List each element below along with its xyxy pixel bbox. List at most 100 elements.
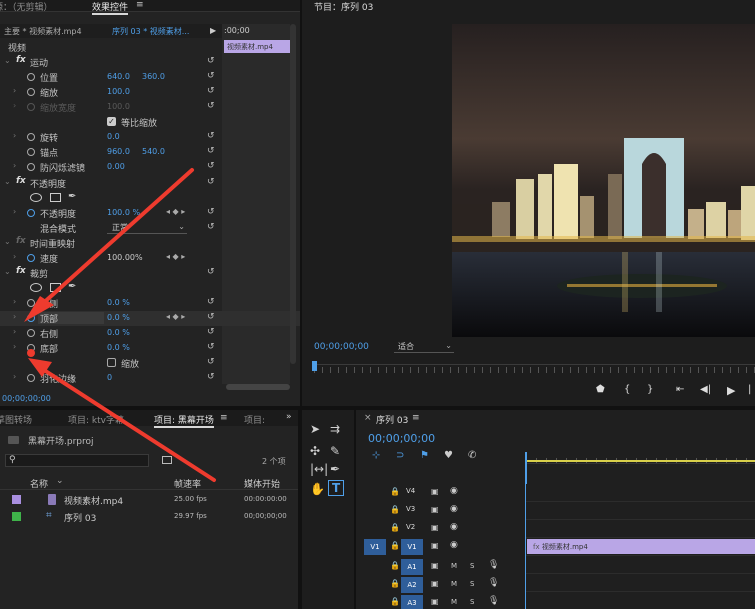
col-media-start[interactable]: 媒体开始 [244,477,280,490]
antiflicker-value[interactable]: 0.00 [107,162,125,171]
mute-button[interactable]: M [451,598,457,606]
track-select-tool-icon[interactable]: ⇉ [330,422,340,436]
item-name[interactable]: 视频素材.mp4 [64,494,123,507]
reset-icon[interactable]: ↺ [207,342,215,352]
col-name[interactable]: 名称 [30,477,48,490]
snap-icon[interactable]: ⊹ [372,450,380,461]
opacity-section-row[interactable]: ⌄ fx 不透明度 ↺ [0,176,300,191]
disclosure-triangle-icon[interactable]: › [13,342,16,351]
effect-controls-timecode[interactable]: 00;00;00;00 [2,394,51,403]
disclosure-triangle-icon[interactable]: › [13,131,16,140]
position-row[interactable]: 位置 640.0 360.0 ↺ [0,70,300,85]
sync-lock-icon[interactable]: ▣ [431,561,439,570]
stopwatch-icon[interactable] [27,329,35,337]
reset-icon[interactable]: ↺ [207,161,215,171]
disclosure-triangle-icon[interactable]: › [13,161,16,170]
tab-sketch-transition[interactable]: 草图转场 [0,413,32,426]
tab-project-ktv[interactable]: 项目: ktv字幕 [68,413,124,426]
playhead-marker-icon[interactable] [312,361,317,371]
blend-mode-dropdown[interactable]: 正常 ⌄ [107,222,187,234]
reset-icon[interactable]: ↺ [207,177,215,187]
anchor-y-value[interactable]: 540.0 [142,147,165,156]
motion-row[interactable]: ⌄ fx 运动 ↺ [0,55,300,70]
sync-lock-icon[interactable]: ▣ [431,597,439,606]
panel-menu-icon[interactable]: ≡ [412,413,420,423]
scale-row[interactable]: › 缩放 100.0 ↺ [0,85,300,100]
stopwatch-icon[interactable] [27,163,35,171]
tab-project-extra[interactable]: 项目: [244,413,265,426]
mark-out-icon[interactable]: } [647,384,653,395]
sync-lock-icon[interactable]: ▣ [431,579,439,588]
zoom-checkbox[interactable] [107,358,116,368]
rotation-value[interactable]: 0.0 [107,132,120,141]
disclosure-triangle-icon[interactable]: › [13,207,16,216]
col-fps[interactable]: 帧速率 [174,477,201,490]
time-remap-row[interactable]: ⌄ fx 时间重映射 [0,236,300,251]
reset-icon[interactable]: ↺ [207,71,215,81]
ellipse-mask-icon[interactable] [30,283,42,292]
program-monitor-title[interactable]: 节目：序列 03 [314,0,373,13]
eye-icon[interactable]: ◉ [450,504,458,514]
razor-tool-icon[interactable]: ✎ [330,444,340,458]
go-to-in-icon[interactable]: ⇤ [676,384,684,395]
timeline-close-icon[interactable]: × [364,413,372,423]
master-clip-label[interactable]: 主要 * 视频素材.mp4 [4,26,82,37]
ripple-edit-tool-icon[interactable]: ✣ [310,444,320,458]
microphone-icon[interactable]: 🎙 [488,560,499,570]
program-playhead-ruler[interactable] [312,361,755,374]
fx-badge-icon[interactable]: fx [16,55,26,65]
track-target-a3[interactable]: A3 [401,595,423,609]
position-x-value[interactable]: 640.0 [107,72,130,81]
lock-icon[interactable]: 🔒 [390,561,400,570]
crop-zoom-row[interactable]: 缩放 ↺ [0,356,300,371]
sequence-clip-label[interactable]: 序列 03 * 视频素材... [112,26,189,37]
fx-badge-icon[interactable]: fx [16,236,26,246]
pen-mask-icon[interactable]: ✒ [68,191,76,202]
lock-icon[interactable]: 🔒 [390,523,400,532]
timeline-timecode[interactable]: 00;00;00;00 [368,432,435,445]
tab-effect-controls[interactable]: 效果控件 [92,0,129,15]
list-item[interactable]: ⌗ 序列 03 29.97 fps 00;00;00;00 [0,509,298,525]
crop-bottom-row[interactable]: › 底部 0.0 % ↺ [0,341,300,356]
reset-icon[interactable]: ↺ [207,327,215,337]
lock-icon[interactable]: 🔒 [390,579,400,588]
reset-icon[interactable]: ↺ [207,131,215,141]
keyframe-nav-icon[interactable]: ◂ ◆ ▸ [166,252,185,261]
item-name[interactable]: 序列 03 [64,511,96,524]
step-forward-icon[interactable]: | [748,384,751,395]
add-marker-icon[interactable]: ⚑ [420,450,429,461]
sync-lock-icon[interactable]: ▣ [431,505,439,514]
sync-lock-icon[interactable]: ▣ [431,523,439,532]
disclosure-triangle-icon[interactable]: ⌄ [4,237,11,246]
stopwatch-icon[interactable] [27,374,35,382]
fx-badge-icon[interactable]: fx [16,266,26,276]
fit-dropdown[interactable]: 适合 ⌄ [394,341,454,353]
reset-icon[interactable]: ↺ [207,56,215,66]
lock-icon[interactable]: 🔒 [390,541,400,550]
antiflicker-row[interactable]: › 防闪烁滤镜 0.00 ↺ [0,160,300,175]
v1-clip[interactable]: fx 视频素材.mp4 [527,539,755,554]
disclosure-triangle-icon[interactable]: › [13,297,16,306]
stopwatch-icon[interactable] [27,209,35,217]
feather-value[interactable]: 0 [107,373,112,382]
pen-tool-icon[interactable]: ✒ [330,462,340,476]
track-target-a2[interactable]: A2 [401,577,423,593]
marker-icon[interactable]: ⬟ [596,384,605,395]
wrench-icon[interactable]: ✆ [468,450,476,461]
disclosure-triangle-icon[interactable]: › [13,372,16,381]
stopwatch-icon[interactable] [27,88,35,96]
keyframe-nav-icon[interactable]: ◂ ◆ ▸ [166,312,185,321]
lock-icon[interactable]: 🔒 [390,505,400,514]
track-target-a1[interactable]: A1 [401,559,423,575]
label-color-swatch[interactable] [12,495,21,504]
speed-row[interactable]: › 速度 100.00% ◂ ◆ ▸ [0,251,300,266]
timeline-sequence-title[interactable]: 序列 03 [376,413,408,426]
work-area-bar[interactable] [526,460,755,462]
reset-icon[interactable]: ↺ [207,207,215,217]
stopwatch-icon[interactable] [27,148,35,156]
reset-icon[interactable]: ↺ [207,372,215,382]
crop-bottom-value[interactable]: 0.0 % [107,343,130,352]
reset-icon[interactable]: ↺ [207,146,215,156]
more-tabs-icon[interactable]: » [286,412,292,422]
disclosure-triangle-icon[interactable]: › [13,86,16,95]
